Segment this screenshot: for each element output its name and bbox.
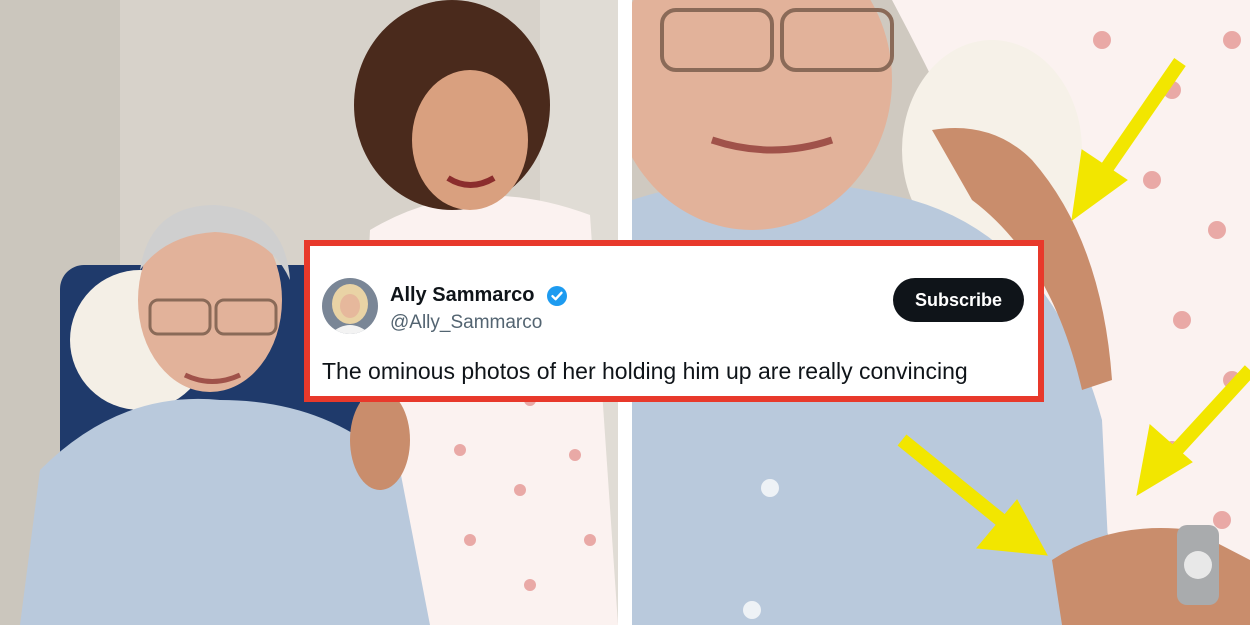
woman-hand — [350, 390, 410, 490]
user-handle[interactable]: @Ally_Sammarco — [390, 312, 542, 334]
tweet-text: The ominous photos of her holding him up… — [322, 358, 968, 384]
user-name[interactable]: Ally Sammarco — [390, 284, 535, 307]
tweet-card: Ally Sammarco @Ally_Sammarco Subscribe T… — [304, 240, 1044, 402]
subscribe-button[interactable]: Subscribe — [892, 278, 1024, 322]
verified-badge-icon — [546, 285, 568, 307]
woman-face — [412, 70, 528, 210]
avatar[interactable] — [322, 278, 378, 334]
